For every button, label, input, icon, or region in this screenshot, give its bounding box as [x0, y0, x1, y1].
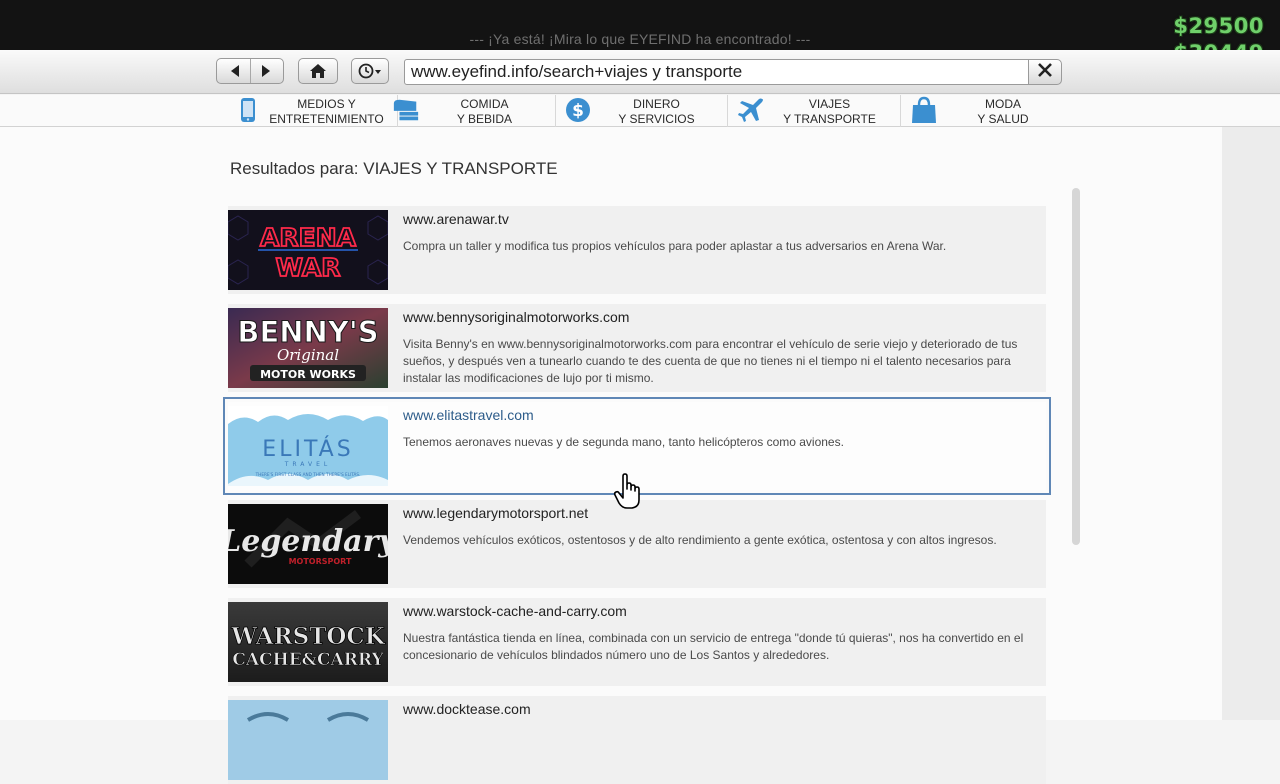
result-url[interactable]: www.elitastravel.com	[403, 407, 534, 423]
svg-text:$: $	[572, 101, 584, 121]
category-label: DINERO Y SERVICIOS	[618, 97, 695, 126]
category-label: MODA Y SALUD	[977, 97, 1029, 126]
result-description: Nuestra fantástica tienda en línea, comb…	[403, 631, 1024, 662]
results-heading: Resultados para: VIAJES Y TRANSPORTE	[230, 159, 558, 178]
divider	[249, 59, 251, 83]
logo-text-line1: ELITÁS	[262, 436, 353, 462]
bennys-logo: BENNY'S Original MOTOR WORKS	[228, 308, 388, 388]
search-result[interactable]: ARENA WAR www.arenawar.tv Compra un tall…	[228, 206, 1046, 294]
logo-text-line2: CACHE&CARRY	[232, 650, 384, 670]
back-forward-group	[216, 58, 284, 84]
category-label: COMIDA Y BEBIDA	[456, 97, 513, 126]
search-result[interactable]: Legendary MOTORSPORT www.legendarymotors…	[228, 500, 1046, 588]
result-url[interactable]: www.docktease.com	[403, 701, 531, 717]
logo-text-line2: WAR	[275, 253, 340, 282]
category-fashion[interactable]: MODA Y SALUD	[902, 95, 1074, 127]
category-food[interactable]: COMIDA Y BEBIDA	[384, 95, 556, 127]
home-button[interactable]	[298, 58, 338, 84]
history-icon	[358, 63, 382, 79]
address-bar[interactable]: www.eyefind.info/search+viajes y transpo…	[404, 59, 1030, 85]
result-description: Tenemos aeronaves nuevas y de segunda ma…	[403, 435, 844, 449]
legendary-motorsport-logo: Legendary MOTORSPORT	[228, 504, 388, 584]
result-url[interactable]: www.legendarymotorsport.net	[403, 505, 588, 521]
category-bar: MEDIOS Y ENTRETENIMIENTO COMIDA Y BEBIDA $…	[0, 95, 1280, 127]
category-media[interactable]: MEDIOS Y ENTRETENIMIENTO	[226, 95, 398, 127]
search-result[interactable]: www.docktease.com	[228, 696, 1046, 784]
logo-text-line1: Legendary	[228, 524, 388, 559]
hand-pointer-icon	[612, 473, 644, 511]
close-icon	[1037, 62, 1053, 83]
forward-arrow-icon[interactable]	[259, 64, 273, 78]
logo-text-line2: Original	[277, 346, 339, 364]
elitas-travel-logo: ELITÁS TRAVEL THERE'S FIRST CLASS AND TH…	[228, 406, 388, 486]
docktease-logo	[228, 700, 388, 780]
logo-text-line1: WARSTOCK	[230, 623, 385, 650]
category-label: VIAJES Y TRANSPORTE	[783, 97, 876, 126]
result-url[interactable]: www.arenawar.tv	[403, 211, 509, 227]
logo-text-line2: MOTORSPORT	[289, 557, 352, 566]
history-button[interactable]	[351, 58, 389, 84]
result-description: Vendemos vehículos exóticos, ostentosos …	[403, 533, 997, 547]
arena-war-logo: ARENA WAR	[228, 210, 388, 290]
close-button[interactable]	[1028, 59, 1062, 85]
result-description: Visita Benny's en www.bennysoriginalmoto…	[403, 337, 1018, 385]
category-label: MEDIOS Y ENTRETENIMIENTO	[269, 97, 384, 126]
home-icon	[309, 63, 327, 79]
page-title: --- ¡Ya está! ¡Mira lo que EYEFIND ha en…	[469, 31, 811, 47]
search-result[interactable]: BENNY'S Original MOTOR WORKS www.bennyso…	[228, 304, 1046, 392]
browser-toolbar: www.eyefind.info/search+viajes y transpo…	[0, 50, 1280, 94]
page-gutter	[1222, 127, 1280, 720]
logo-text-line2: TRAVEL	[284, 461, 332, 468]
search-result[interactable]: WARSTOCK CACHE&CARRY www.warstock-cache-…	[228, 598, 1046, 686]
category-money[interactable]: $ DINERO Y SERVICIOS	[556, 95, 728, 127]
logo-text-line3: MOTOR WORKS	[260, 368, 356, 381]
money-primary: $29500	[1173, 14, 1264, 38]
result-url[interactable]: www.bennysoriginalmotorworks.com	[403, 309, 629, 325]
scrollbar[interactable]	[1072, 188, 1080, 545]
logo-text-line3: THERE'S FIRST CLASS AND THEN THERE'S ELI…	[255, 472, 361, 477]
category-travel[interactable]: VIAJES Y TRANSPORTE	[729, 95, 901, 127]
logo-text-line1: BENNY'S	[237, 315, 378, 349]
warstock-logo: WARSTOCK CACHE&CARRY	[228, 602, 388, 682]
back-arrow-icon[interactable]	[228, 64, 242, 78]
logo-text-line1: ARENA	[260, 223, 357, 252]
result-description: Compra un taller y modifica tus propios …	[403, 239, 947, 253]
title-bar: --- ¡Ya está! ¡Mira lo que EYEFIND ha en…	[0, 0, 1280, 50]
result-url[interactable]: www.warstock-cache-and-carry.com	[403, 603, 627, 619]
